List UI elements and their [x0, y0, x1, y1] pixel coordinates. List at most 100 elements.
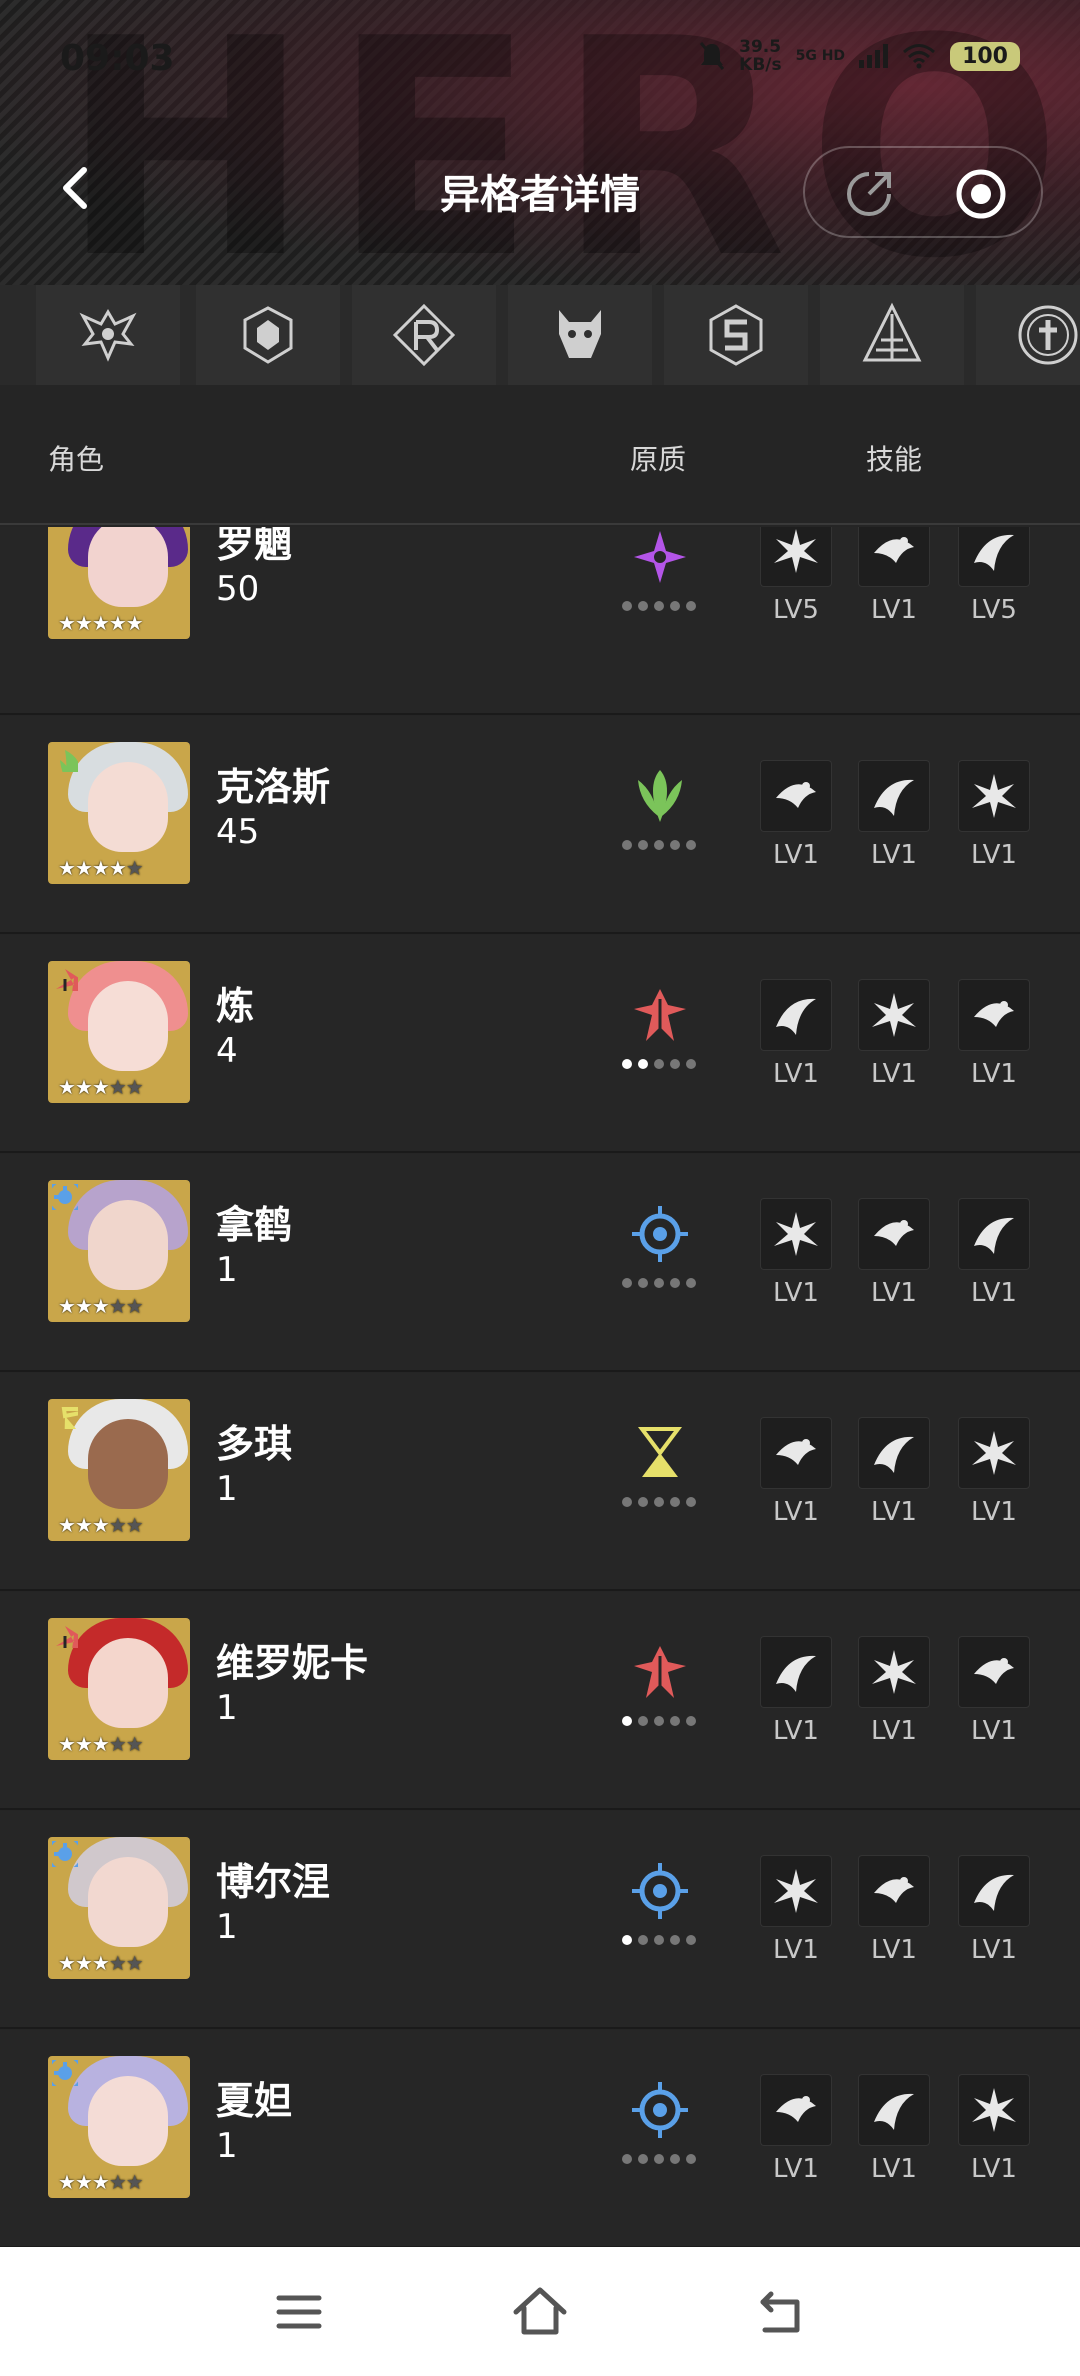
- faction-tab-7[interactable]: [976, 285, 1080, 385]
- skills-row: LV1 LV1 LV1: [0, 1399, 1080, 1549]
- character-row[interactable]: ★★★★★ 维罗妮卡 1 LV1 LV1 LV1: [0, 1592, 1080, 1810]
- skill-icon-2[interactable]: [858, 2074, 930, 2146]
- skill-icon-3[interactable]: [958, 760, 1030, 832]
- faction-tab-1[interactable]: [36, 285, 180, 385]
- system-navigation-bar: [0, 2247, 1080, 2376]
- skill-icon-3[interactable]: [958, 1855, 1030, 1927]
- skill-icon-3[interactable]: [958, 1198, 1030, 1270]
- skill-icon-3[interactable]: [958, 1417, 1030, 1489]
- skills-row: LV1 LV1 LV1: [0, 1837, 1080, 1987]
- character-row[interactable]: ★★★★★ 罗魍 50 LV5 LV1 LV5: [0, 527, 1080, 715]
- record-button[interactable]: [955, 168, 1007, 220]
- skill-level: LV1: [971, 1716, 1017, 1746]
- share-button[interactable]: [843, 168, 895, 220]
- skill-icon-1[interactable]: [760, 1636, 832, 1708]
- skills-row: LV1 LV1 LV1: [0, 2056, 1080, 2206]
- skill-icon-3[interactable]: [958, 979, 1030, 1051]
- skill-level: LV5: [971, 595, 1017, 625]
- wave-icon: [774, 1212, 818, 1256]
- skill-icon-2[interactable]: [858, 1417, 930, 1489]
- skill-icon-1[interactable]: [760, 1855, 832, 1927]
- burst-icon: [774, 529, 818, 573]
- skill-icon-1[interactable]: [760, 1417, 832, 1489]
- triangle-ladder-icon: [862, 302, 922, 362]
- skill-level: LV1: [971, 1278, 1017, 1308]
- skill-level: LV1: [871, 1278, 917, 1308]
- target-icon: [776, 1439, 816, 1465]
- vortex-icon: [874, 1220, 914, 1246]
- character-row[interactable]: ★★★★★ 克洛斯 45 LV1 LV1 LV1: [0, 716, 1080, 934]
- faction-tab-4[interactable]: [508, 285, 652, 385]
- back-arrow-icon: [760, 2291, 800, 2333]
- skills-row: LV1 LV1 LV1: [0, 961, 1080, 1111]
- skill-level: LV1: [871, 2154, 917, 2184]
- fox-icon: [972, 2088, 1016, 2132]
- character-row[interactable]: ★★★★★ 拿鹤 1 LV1 LV1 LV1: [0, 1154, 1080, 1372]
- skill-level: LV1: [773, 1497, 819, 1527]
- status-bar: 09:03 39.5 KB/s 5G HD 100: [0, 0, 1080, 110]
- skill-icon-3[interactable]: [958, 2074, 1030, 2146]
- dash-icon: [874, 537, 914, 563]
- back-nav-button[interactable]: [746, 2277, 816, 2347]
- skill-level: LV1: [871, 1716, 917, 1746]
- network-type: 5G HD: [795, 48, 846, 64]
- character-row[interactable]: ★★★★★ 夏妲 1 LV1 LV1 LV1: [0, 2030, 1080, 2247]
- character-row[interactable]: ★★★★★ 炼 4 LV1 LV1 LV1: [0, 935, 1080, 1153]
- skill-level: LV1: [971, 1059, 1017, 1089]
- header: HERO 09:03 39.5 KB/s 5G HD 100 异格者详情: [0, 0, 1080, 285]
- skill-icon-2[interactable]: [858, 1636, 930, 1708]
- skill-icon-1[interactable]: [760, 2074, 832, 2146]
- skill-level: LV1: [773, 2154, 819, 2184]
- skill-icon-2[interactable]: [858, 1855, 930, 1927]
- faction-tab-5[interactable]: [664, 285, 808, 385]
- skill-level: LV1: [971, 2154, 1017, 2184]
- skill-icon-2[interactable]: [858, 979, 930, 1051]
- skill-icon-2[interactable]: [858, 1198, 930, 1270]
- skill-level: LV1: [871, 595, 917, 625]
- network-speed: 39.5 KB/s: [739, 38, 781, 74]
- share-icon: [847, 172, 891, 216]
- skill-icon-1[interactable]: [760, 527, 832, 587]
- skill-level: LV1: [773, 1059, 819, 1089]
- skill-icon-2[interactable]: [858, 760, 930, 832]
- faction-tab-2[interactable]: [196, 285, 340, 385]
- skill-level: LV1: [871, 840, 917, 870]
- skill-icon-1[interactable]: [760, 1198, 832, 1270]
- nova-icon: [874, 1877, 914, 1903]
- signal-icon: [859, 44, 889, 68]
- skill-icon-2[interactable]: [858, 527, 930, 587]
- home-button[interactable]: [505, 2277, 575, 2347]
- character-row[interactable]: ★★★★★ 多琪 1 LV1 LV1 LV1: [0, 1373, 1080, 1591]
- skill-level: LV1: [971, 1497, 1017, 1527]
- skill-icon-1[interactable]: [760, 979, 832, 1051]
- character-row[interactable]: ★★★★★ 博尔涅 1 LV1 LV1 LV1: [0, 1811, 1080, 2029]
- skill-level: LV1: [971, 1935, 1017, 1965]
- speed-unit: KB/s: [739, 55, 782, 75]
- page-title: 异格者详情: [440, 172, 640, 218]
- skill-icon-3[interactable]: [958, 1636, 1030, 1708]
- claw-icon: [974, 1217, 1014, 1254]
- back-button[interactable]: [48, 160, 104, 216]
- sun-icon: [972, 774, 1016, 818]
- faction-tab-3[interactable]: [352, 285, 496, 385]
- status-time: 09:03: [60, 38, 175, 79]
- skill-icon-3[interactable]: [958, 527, 1030, 587]
- column-skill: 技能: [866, 443, 923, 476]
- skills-row: LV1 LV1 LV1: [0, 742, 1080, 892]
- wing-icon: [872, 993, 916, 1037]
- hex-shield-icon: [243, 306, 293, 364]
- faction-tab-6[interactable]: [820, 285, 964, 385]
- beast-mask-icon: [559, 310, 601, 358]
- anchor-icon: [974, 1658, 1014, 1684]
- eye-icon: [874, 779, 914, 816]
- flame-icon: [974, 1001, 1014, 1027]
- fireball-icon: [776, 2096, 816, 2122]
- menu-button[interactable]: [264, 2277, 334, 2347]
- chevron-left-icon: [63, 167, 87, 209]
- skill-level: LV1: [871, 1935, 917, 1965]
- character-list[interactable]: ★★★★★ 罗魍 50 LV5 LV1 LV5 ★★★★★ 克洛斯 45 LV1 LV1 LV1 ★★★…: [0, 527, 1080, 2247]
- skill-icon-1[interactable]: [760, 760, 832, 832]
- figure-icon: [974, 1874, 1014, 1911]
- mini-program-capsule: [803, 146, 1043, 238]
- s-hexagon-icon: [709, 304, 763, 366]
